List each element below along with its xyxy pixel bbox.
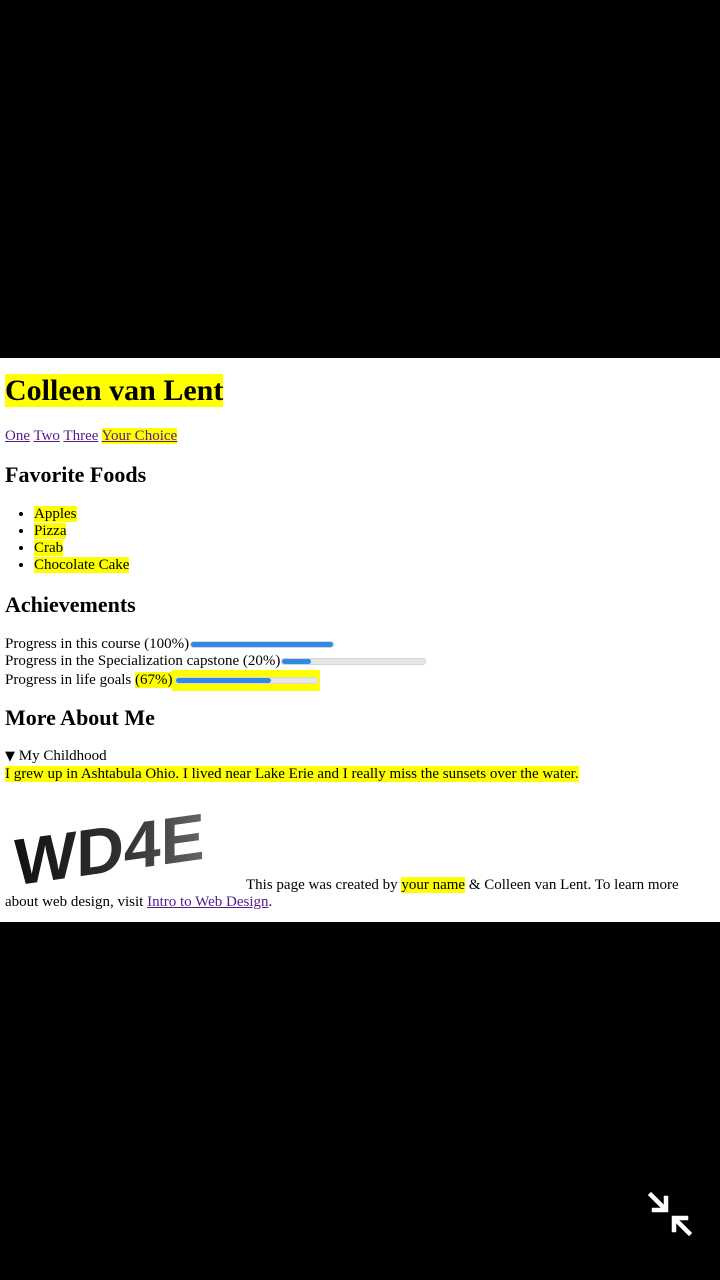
achievements-heading: Achievements <box>5 592 136 617</box>
progress-capstone-label: Progress in the Specialization capstone … <box>5 653 281 669</box>
progress-course-bar <box>190 641 335 649</box>
progress-life-goals: Progress in life goals (67%) <box>5 670 321 691</box>
exit-fullscreen-icon[interactable] <box>646 1190 694 1238</box>
nav-link-two[interactable]: Two <box>33 428 59 444</box>
childhood-details[interactable]: ▼ My Childhood <box>5 748 107 765</box>
web-page: Colleen van Lent One Two Three Your Choi… <box>0 358 720 922</box>
footer-end: . <box>268 894 273 910</box>
list-item: Pizza <box>34 523 129 540</box>
list-item: Chocolate Cake <box>34 557 130 574</box>
page-title-text: Colleen van Lent <box>5 374 224 407</box>
footer-your-name: your name <box>401 877 466 893</box>
progress-capstone-bar <box>281 658 427 666</box>
list-item: Crab <box>34 540 129 557</box>
food-item: Crab <box>34 540 64 556</box>
nav-link-one[interactable]: One <box>5 428 30 444</box>
progress-course-fill <box>191 642 334 648</box>
footer: This page was created by your name & Col… <box>5 877 715 911</box>
food-item: Apples <box>34 506 77 522</box>
progress-life-label: Progress in life goals <box>5 672 135 688</box>
progress-life-bar-wrap <box>172 670 321 691</box>
nav-bar: One Two Three Your Choice <box>5 427 178 445</box>
progress-life-percent: (67%) <box>134 672 173 688</box>
footer-text-before: This page was created by <box>246 877 402 893</box>
progress-course-label: Progress in this course (100%) <box>5 636 190 652</box>
page-title: Colleen van Lent <box>5 374 224 408</box>
more-about-heading: More About Me <box>5 705 155 730</box>
list-item: Apples <box>34 506 129 523</box>
details-summary[interactable]: My Childhood <box>19 748 107 764</box>
progress-life-fill <box>176 678 271 684</box>
progress-course: Progress in this course (100%) <box>5 636 335 653</box>
childhood-text: I grew up in Ashtabula Ohio. I lived nea… <box>5 766 579 783</box>
disclosure-triangle-icon[interactable]: ▼ <box>5 749 15 764</box>
progress-capstone-fill <box>282 659 311 665</box>
nav-link-three[interactable]: Three <box>63 428 98 444</box>
progress-capstone: Progress in the Specialization capstone … <box>5 653 427 670</box>
favorite-foods-list: Apples Pizza Crab Chocolate Cake <box>5 506 130 574</box>
childhood-text-content: I grew up in Ashtabula Ohio. I lived nea… <box>5 766 579 782</box>
food-item: Pizza <box>34 523 67 539</box>
progress-life-bar <box>175 677 319 685</box>
food-item: Chocolate Cake <box>34 557 130 573</box>
favorite-foods-heading: Favorite Foods <box>5 462 147 487</box>
intro-web-design-link[interactable]: Intro to Web Design <box>147 894 268 910</box>
nav-link-your-choice[interactable]: Your Choice <box>101 428 178 444</box>
